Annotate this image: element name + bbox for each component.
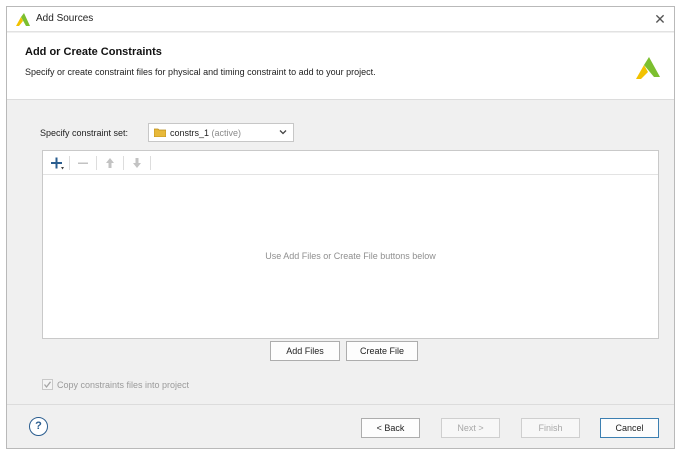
add-file-toolbar-button[interactable] (49, 155, 65, 171)
move-up-toolbar-button[interactable] (102, 155, 118, 171)
close-icon: ✕ (654, 11, 666, 27)
folder-icon (154, 128, 166, 137)
constraint-set-dropdown[interactable]: constrs_1 (active) (148, 123, 294, 142)
toolbar-separator (150, 156, 151, 170)
checkbox-checked-icon[interactable] (42, 379, 53, 390)
toolbar-separator (123, 156, 124, 170)
vivado-logo-icon (16, 13, 30, 26)
empty-table-message: Use Add Files or Create File buttons bel… (265, 251, 436, 261)
vivado-logo-icon (636, 57, 660, 79)
constraint-set-name: constrs_1 (170, 128, 210, 138)
cancel-button[interactable]: Cancel (600, 418, 659, 438)
back-button[interactable]: < Back (361, 418, 420, 438)
constraint-files-table: Use Add Files or Create File buttons bel… (42, 150, 659, 339)
add-sources-dialog: Add Sources ✕ Add or Create Constraints … (6, 6, 675, 449)
move-down-toolbar-button[interactable] (129, 155, 145, 171)
remove-file-toolbar-button[interactable] (75, 155, 91, 171)
window-title: Add Sources (36, 13, 94, 24)
constraint-set-status: (active) (211, 128, 242, 138)
close-button[interactable]: ✕ (650, 9, 670, 29)
next-button[interactable]: Next > (441, 418, 500, 438)
help-icon: ? (35, 420, 42, 432)
help-button[interactable]: ? (29, 417, 48, 436)
arrow-up-icon (106, 158, 114, 168)
add-files-button[interactable]: Add Files (270, 341, 340, 361)
chevron-down-icon (279, 130, 287, 135)
page-title: Add or Create Constraints (25, 46, 162, 58)
title-bar: Add Sources ✕ (7, 7, 674, 32)
page-description: Specify or create constraint files for p… (25, 67, 376, 77)
constraint-set-label: Specify constraint set: (40, 128, 129, 138)
create-file-button[interactable]: Create File (346, 341, 418, 361)
copy-constraints-label: Copy constraints files into project (57, 379, 190, 390)
constraint-set-value: constrs_1 (active) (170, 128, 241, 138)
copy-constraints-option[interactable]: Copy constraints files into project (42, 379, 189, 390)
dialog-footer: ? < Back Next > Finish Cancel (7, 404, 674, 448)
minus-icon (78, 162, 88, 164)
page-header: Add or Create Constraints Specify or cre… (7, 33, 674, 100)
plus-icon (51, 157, 64, 170)
toolbar-separator (69, 156, 70, 170)
toolbar-separator (96, 156, 97, 170)
finish-button[interactable]: Finish (521, 418, 580, 438)
arrow-down-icon (133, 158, 141, 168)
table-toolbar (43, 151, 658, 175)
